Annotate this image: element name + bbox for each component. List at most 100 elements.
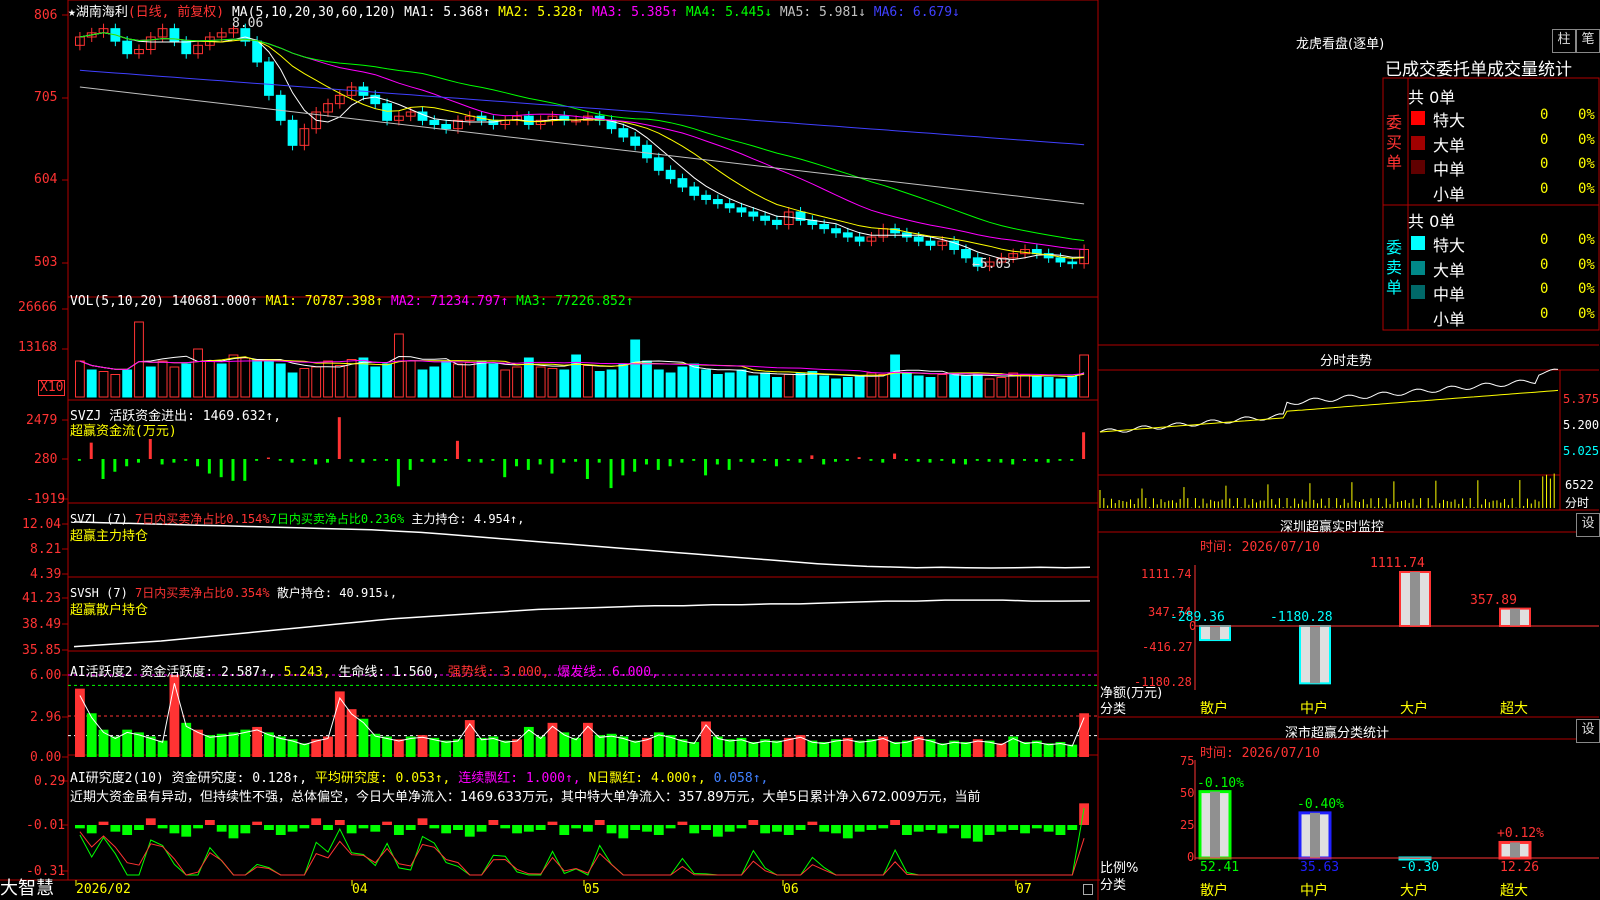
activity-bar (748, 741, 759, 757)
monitor-cat-0: 散户 (1200, 701, 1228, 717)
volume-bar (264, 360, 274, 398)
svzl-ratio1: 7日内买卖净占比0.154% (135, 512, 270, 526)
research-bar (98, 821, 109, 825)
class-ytick-0: 75 (1180, 754, 1195, 768)
research-bar (311, 818, 322, 825)
bar-mode-button[interactable]: 柱 (1552, 29, 1576, 53)
research-bar (523, 825, 534, 832)
research-bar (925, 825, 936, 830)
volume-bar (653, 369, 664, 398)
volume-bar (925, 377, 936, 398)
ai-active-item4: 强势线: 3.000, (447, 665, 550, 680)
research-bar (795, 825, 806, 830)
buy-header: 共 0单 (1408, 88, 1456, 107)
moneyflow-bar (562, 459, 566, 463)
candle (264, 61, 274, 96)
moneyflow-bar (999, 459, 1003, 463)
research-bar (488, 820, 499, 825)
sell-row-pct-3: 0% (1578, 305, 1595, 322)
moneyflow-bar (77, 459, 81, 461)
volume-bar (252, 359, 263, 398)
tick-mode-button[interactable]: 笔 (1576, 29, 1600, 53)
research-bar (653, 825, 664, 835)
main-chart-canvas[interactable] (0, 0, 1600, 900)
research-bar (901, 825, 912, 835)
activity-bar (169, 675, 180, 757)
activity-bar (819, 741, 830, 757)
svzj-ytick-1: 280 (34, 452, 58, 467)
activity-bar (535, 736, 546, 757)
monitor-bar-shade-3 (1510, 608, 1520, 626)
monitor-settings-button[interactable]: 设 (1576, 513, 1600, 537)
research-bar (500, 825, 511, 829)
volume-bar (571, 354, 581, 398)
research-bar (476, 825, 487, 832)
xaxis-label-0: 2026/02 (76, 882, 131, 897)
activity-bar (441, 740, 452, 757)
research-bar (382, 821, 392, 825)
research-bar (441, 825, 452, 834)
ma-line-5 (79, 86, 1085, 205)
activity-bar (630, 740, 641, 757)
ma-label-5: MA5: 5.981↓ (772, 5, 866, 20)
volume-bar (1031, 376, 1042, 398)
vol-header: VOL(5,10,20) 140681.000↑ MA1: 70787.398↑… (70, 294, 634, 309)
sell-row-count-0: 0 (1540, 232, 1549, 248)
svzl-ytick-1: 8.21 (30, 542, 62, 557)
volume-bar (937, 374, 948, 398)
svzl-ytick-0: 12.04 (22, 517, 62, 532)
volume-bar (453, 363, 463, 398)
volume-bar (712, 374, 723, 398)
research-bar (252, 821, 263, 825)
class-ytick-2: 25 (1180, 818, 1195, 832)
research-bar (275, 825, 286, 835)
moneyflow-bar (89, 442, 93, 459)
vol-value: 140681.000↑ (171, 294, 258, 309)
ai-active-item5: 爆发线: 6.000, (557, 665, 659, 680)
moneyflow-bar (798, 459, 802, 463)
volume-bar (665, 372, 676, 398)
monitor-cat-1: 中户 (1300, 701, 1328, 717)
candle (724, 203, 735, 209)
volume-bar (122, 369, 133, 398)
volume-bar (878, 374, 889, 398)
research-bar (464, 825, 475, 837)
sell-row-count-3: 0 (1540, 305, 1549, 322)
pane-border-0 (67, 0, 1099, 298)
class-val-0: 52.41 (1200, 860, 1240, 875)
lock-icon[interactable] (1083, 884, 1093, 895)
period-label: (日线, 前复权) (127, 5, 225, 20)
class-cat-3: 超大 (1500, 883, 1528, 899)
moneyflow-bar (455, 440, 459, 459)
ma-labels: MA1: 5.368↑ MA2: 5.328↑ MA3: 5.385↑ MA4:… (404, 5, 960, 20)
research-bar (346, 825, 357, 834)
class-chg-0: -0.10% (1197, 775, 1244, 791)
moneyflow-bar (644, 459, 648, 465)
activity-bar (937, 743, 948, 757)
activity-bar (453, 739, 463, 757)
volume-bar (760, 372, 771, 398)
activity-bar (464, 720, 475, 757)
research-bar (996, 825, 1007, 832)
moneyflow-bar (160, 459, 164, 465)
candle (1067, 261, 1078, 265)
volume-bar (417, 369, 428, 398)
research-bar (145, 818, 156, 825)
sell-row-label-3: 小单 (1433, 309, 1466, 329)
volume-bar (535, 366, 546, 398)
moneyflow-bar (278, 459, 282, 461)
moneyflow-bar (432, 459, 436, 463)
volume-bar (75, 360, 85, 398)
vol-ytick-0: 26666 (18, 300, 58, 315)
sell-row-swatch-0 (1411, 236, 1425, 250)
buy-row-label-1: 大单 (1433, 135, 1466, 155)
research-bar (677, 821, 688, 825)
monitor-cat-2: 大户 (1400, 701, 1428, 717)
research-bar (264, 825, 274, 830)
moneyflow-bar (715, 459, 719, 465)
sell-row-label-2: 中单 (1433, 285, 1466, 304)
class-settings-button[interactable]: 设 (1576, 719, 1600, 743)
research-bar (228, 825, 239, 839)
volume-bar (890, 354, 900, 398)
price-ytick-3: 503 (34, 255, 58, 270)
